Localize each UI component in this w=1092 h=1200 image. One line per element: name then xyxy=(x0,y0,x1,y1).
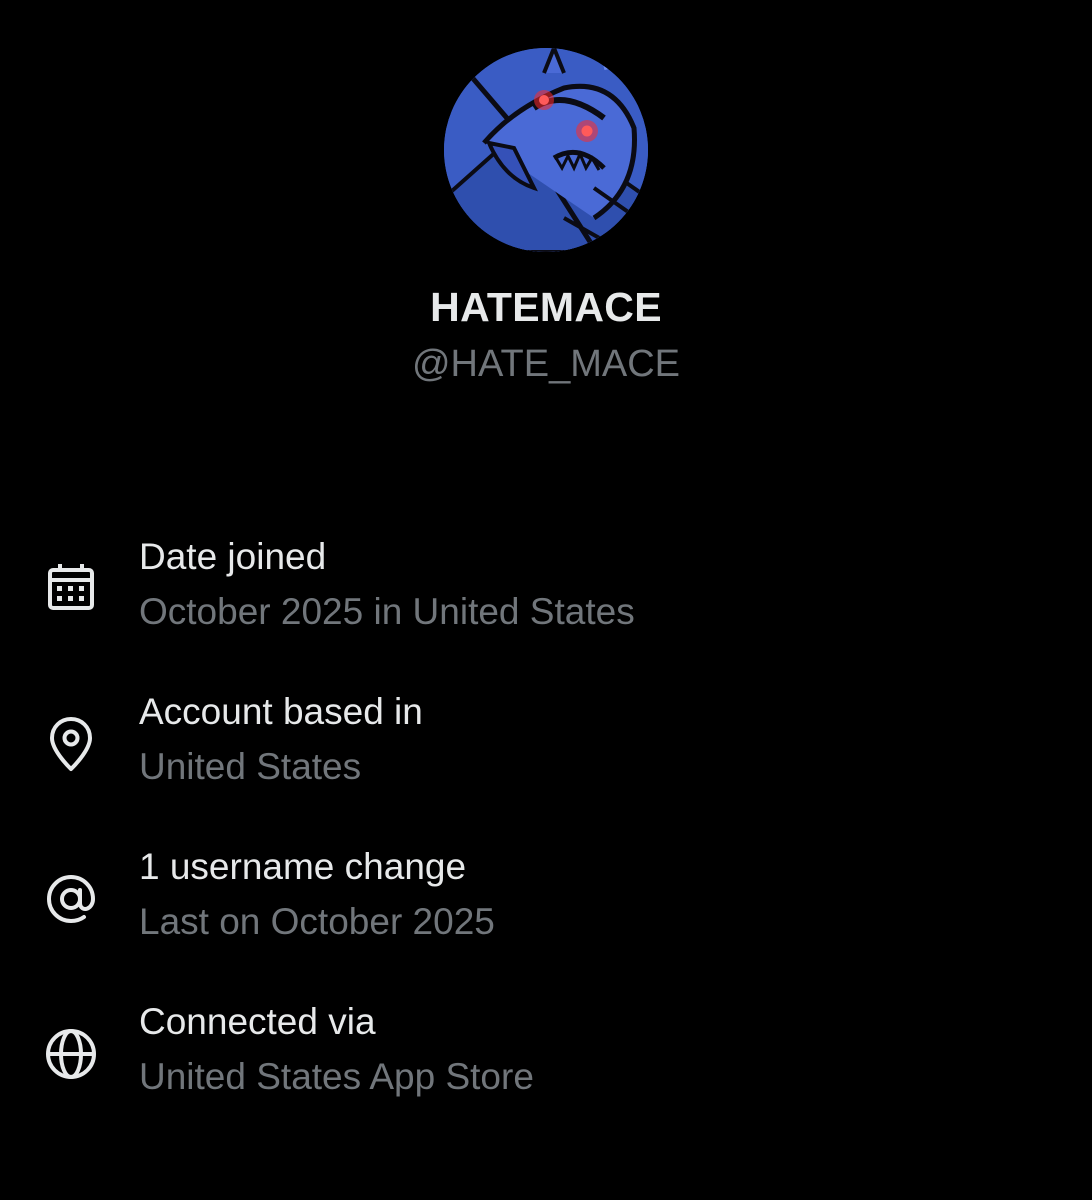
info-value: October 2025 in United States xyxy=(139,591,635,632)
location-pin-icon xyxy=(40,713,102,775)
globe-icon xyxy=(40,1023,102,1085)
at-sign-icon xyxy=(40,868,102,930)
calendar-icon xyxy=(40,558,102,620)
info-row-account-based-in: Account based in United States xyxy=(0,685,1092,840)
info-title: Date joined xyxy=(139,536,327,577)
account-info-list: Date joined October 2025 in United State… xyxy=(0,530,1092,1150)
info-value: Last on October 2025 xyxy=(139,901,495,942)
profile-header: HATEMACE @HATE_MACE xyxy=(0,0,1092,420)
info-row-date-joined: Date joined October 2025 in United State… xyxy=(0,530,1092,685)
info-row-connected-via: Connected via United States App Store xyxy=(0,995,1092,1150)
info-title: Connected via xyxy=(139,1001,376,1042)
display-name: HATEMACE xyxy=(430,284,662,330)
avatar-illustration xyxy=(444,48,648,252)
info-row-username-changes: 1 username change Last on October 2025 xyxy=(0,840,1092,995)
info-value: United States App Store xyxy=(139,1056,534,1097)
info-value: United States xyxy=(139,746,362,787)
info-title: 1 username change xyxy=(139,846,467,887)
username-handle: @HATE_MACE xyxy=(411,343,681,385)
info-title: Account based in xyxy=(139,691,423,732)
avatar[interactable] xyxy=(444,48,648,252)
